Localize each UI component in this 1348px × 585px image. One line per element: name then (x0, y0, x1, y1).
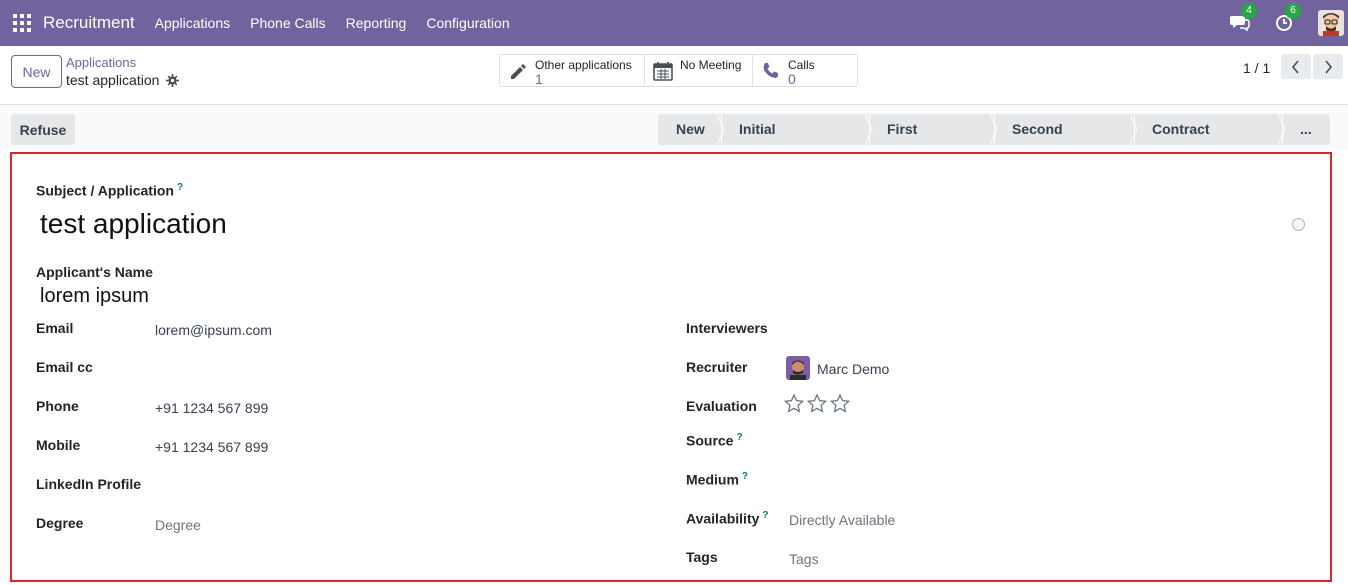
top-navbar: Recruitment Applications Phone Calls Rep… (0, 0, 1348, 46)
stage-more-button[interactable]: ... (1282, 114, 1330, 145)
stage-initial-qualification[interactable]: Initial Qualification (721, 114, 873, 168)
recruiter-label: Recruiter (686, 359, 748, 375)
star-icon[interactable] (784, 394, 804, 413)
star-icon[interactable] (807, 394, 827, 413)
breadcrumb[interactable]: Applications (66, 55, 136, 70)
chevron-left-icon (1291, 59, 1299, 74)
degree-label: Degree (36, 515, 84, 531)
status-bar: Refuse New Initial Qualification First I… (0, 105, 1348, 168)
stage-pipeline: New Initial Qualification First Intervie… (658, 114, 1330, 168)
other-applications-label: Other applications (535, 58, 632, 72)
pager-value[interactable]: 1 / 1 (1243, 60, 1270, 76)
pager-next-button[interactable] (1313, 54, 1343, 79)
record-title: test application (66, 72, 180, 88)
source-label: Source? (686, 432, 743, 449)
tags-label: Tags (686, 549, 718, 565)
mobile-label: Mobile (36, 437, 81, 453)
stage-contract-proposal[interactable]: Contract Proposal (1134, 114, 1286, 168)
phone-field[interactable]: +91 1234 567 899 (155, 400, 268, 416)
stage-more-label: ... (1300, 121, 1312, 137)
availability-label-text: Availability (686, 510, 760, 527)
menu-configuration[interactable]: Configuration (416, 15, 519, 31)
other-applications-button[interactable]: Other applications 1 (500, 55, 645, 86)
menu-phone-calls[interactable]: Phone Calls (240, 15, 336, 31)
applicant-name-label: Applicant's Name (36, 264, 153, 280)
calls-value: 0 (788, 71, 796, 87)
recruiter-field[interactable]: Marc Demo (817, 361, 889, 377)
medium-help-icon[interactable]: ? (742, 471, 748, 482)
refuse-button[interactable]: Refuse (11, 114, 75, 145)
control-panel: New Applications test application Other … (0, 46, 1348, 105)
stage-second-interview[interactable]: Second Interview (994, 114, 1138, 168)
messages-badge: 4 (1241, 3, 1257, 19)
email-cc-label: Email cc (36, 359, 93, 375)
source-help-icon[interactable]: ? (736, 432, 742, 443)
pager-previous-button[interactable] (1281, 54, 1311, 79)
chevron-right-icon (1325, 59, 1333, 74)
subject-help-icon[interactable]: ? (177, 182, 183, 193)
phone-label: Phone (36, 398, 79, 414)
stage-new[interactable]: New (658, 114, 725, 145)
menu-applications[interactable]: Applications (145, 15, 241, 31)
subject-label-text: Subject / Application (36, 182, 174, 199)
evaluation-label: Evaluation (686, 398, 757, 414)
calls-button[interactable]: Calls 0 (753, 55, 857, 86)
interviewers-field[interactable] (788, 322, 1288, 340)
tags-field[interactable]: Tags (789, 551, 819, 567)
email-label: Email (36, 320, 74, 336)
priority-status-dot[interactable] (1292, 218, 1305, 231)
evaluation-stars (784, 394, 850, 413)
messages-icon[interactable]: 4 (1230, 3, 1257, 34)
medium-label-text: Medium (686, 471, 739, 488)
form-sheet: Subject / Application? test application … (10, 152, 1332, 582)
new-button[interactable]: New (11, 55, 62, 88)
subject-field[interactable]: test application (40, 208, 227, 240)
no-meeting-button[interactable]: No Meeting (645, 55, 753, 86)
availability-field[interactable]: Directly Available (789, 512, 895, 528)
degree-field[interactable]: Degree (155, 517, 201, 533)
phone-icon (763, 63, 778, 78)
other-applications-value: 1 (535, 71, 543, 87)
pencil-icon (511, 64, 526, 79)
linkedin-label: LinkedIn Profile (36, 476, 142, 492)
source-label-text: Source (686, 432, 734, 449)
availability-label: Availability? (686, 510, 769, 527)
app-name[interactable]: Recruitment (43, 13, 135, 33)
record-name: test application (66, 72, 160, 88)
availability-help-icon[interactable]: ? (762, 510, 768, 521)
smart-buttons: Other applications 1 No Meeting Calls 0 (499, 54, 858, 87)
menu-reporting[interactable]: Reporting (336, 15, 417, 31)
gear-icon[interactable] (166, 73, 180, 87)
linkedin-field[interactable] (155, 478, 455, 496)
subject-label: Subject / Application? (36, 182, 183, 199)
calls-label: Calls (788, 58, 815, 72)
recruiter-avatar (786, 356, 810, 380)
user-avatar[interactable] (1318, 10, 1344, 36)
medium-field[interactable] (788, 473, 1288, 491)
calendar-icon (653, 62, 673, 81)
email-cc-field[interactable] (155, 361, 455, 379)
app-menu-icon[interactable] (13, 14, 31, 32)
activity-clock-icon[interactable]: 6 (1274, 3, 1301, 34)
source-field[interactable] (788, 434, 1288, 452)
stage-new-label: New (676, 121, 705, 137)
mobile-field[interactable]: +91 1234 567 899 (155, 439, 268, 455)
email-field[interactable]: lorem@ipsum.com (155, 322, 272, 338)
star-icon[interactable] (830, 394, 850, 413)
medium-label: Medium? (686, 471, 748, 488)
no-meeting-label: No Meeting (680, 58, 742, 72)
interviewers-label: Interviewers (686, 320, 768, 336)
stage-first-interview[interactable]: First Interview (869, 114, 998, 168)
applicant-name-field[interactable]: lorem ipsum (40, 285, 149, 308)
activities-badge: 6 (1285, 3, 1301, 19)
